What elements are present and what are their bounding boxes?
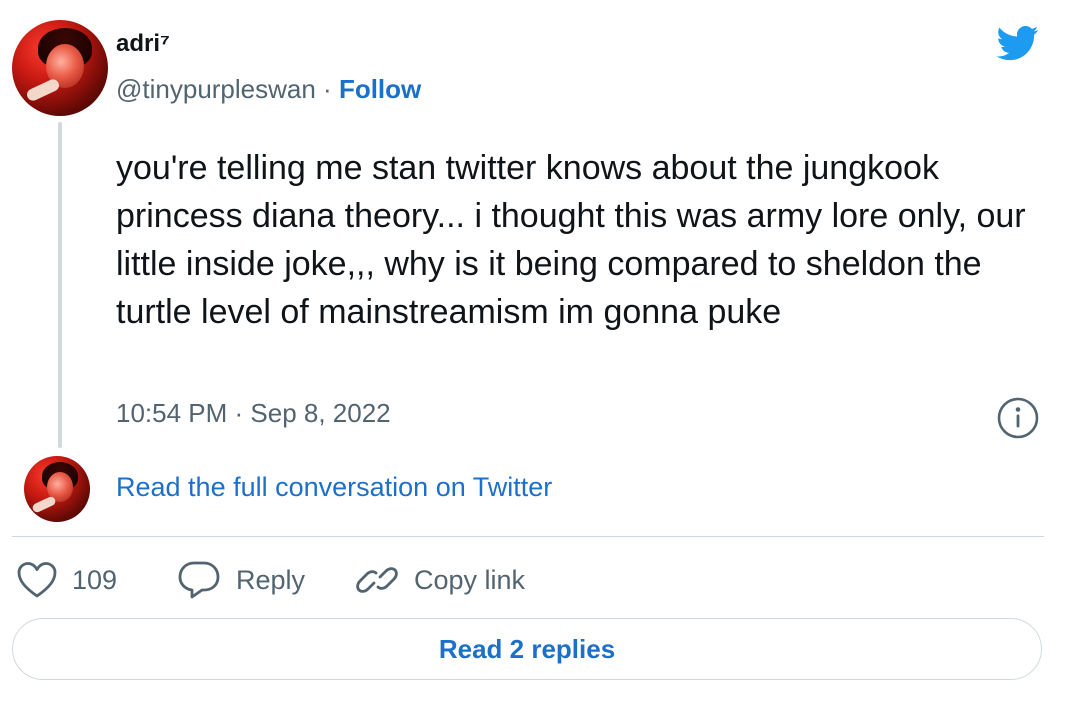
read-replies-button[interactable]: Read 2 replies [12, 618, 1042, 680]
like-count: 109 [72, 564, 118, 595]
thread-line [58, 122, 62, 448]
reply-label: Reply [236, 564, 306, 595]
tweet-text: you're telling me stan twitter knows abo… [116, 149, 1026, 331]
link-icon [356, 567, 398, 593]
heart-icon [17, 562, 57, 598]
read-replies-label: Read 2 replies [438, 633, 616, 664]
author-display-name[interactable]: adri⁷ [116, 30, 170, 58]
follow-button[interactable]: Follow [339, 74, 421, 104]
like-button[interactable]: 109 [16, 556, 117, 604]
divider [12, 536, 1044, 537]
author-handle-row: @tinypurpleswan · Follow [116, 74, 421, 105]
conversation-avatar[interactable] [24, 456, 90, 522]
read-full-conversation-link[interactable]: Read the full conversation on Twitter [116, 472, 552, 503]
copy-link-button[interactable]: Copy link [354, 556, 525, 604]
reply-button[interactable]: Reply [176, 556, 305, 604]
copy-link-label: Copy link [414, 564, 526, 595]
handle-separator: · [315, 74, 339, 104]
info-icon[interactable] [996, 396, 1040, 440]
reply-bubble-icon [178, 561, 220, 599]
twitter-bird-icon[interactable] [994, 22, 1042, 64]
tweet-timestamp[interactable]: 10:54 PM · Sep 8, 2022 [116, 398, 391, 429]
tweet-card: adri⁷ @tinypurpleswan · Follow you're te… [0, 0, 1070, 708]
author-handle[interactable]: @tinypurpleswan [116, 74, 316, 104]
author-avatar[interactable] [12, 20, 108, 116]
